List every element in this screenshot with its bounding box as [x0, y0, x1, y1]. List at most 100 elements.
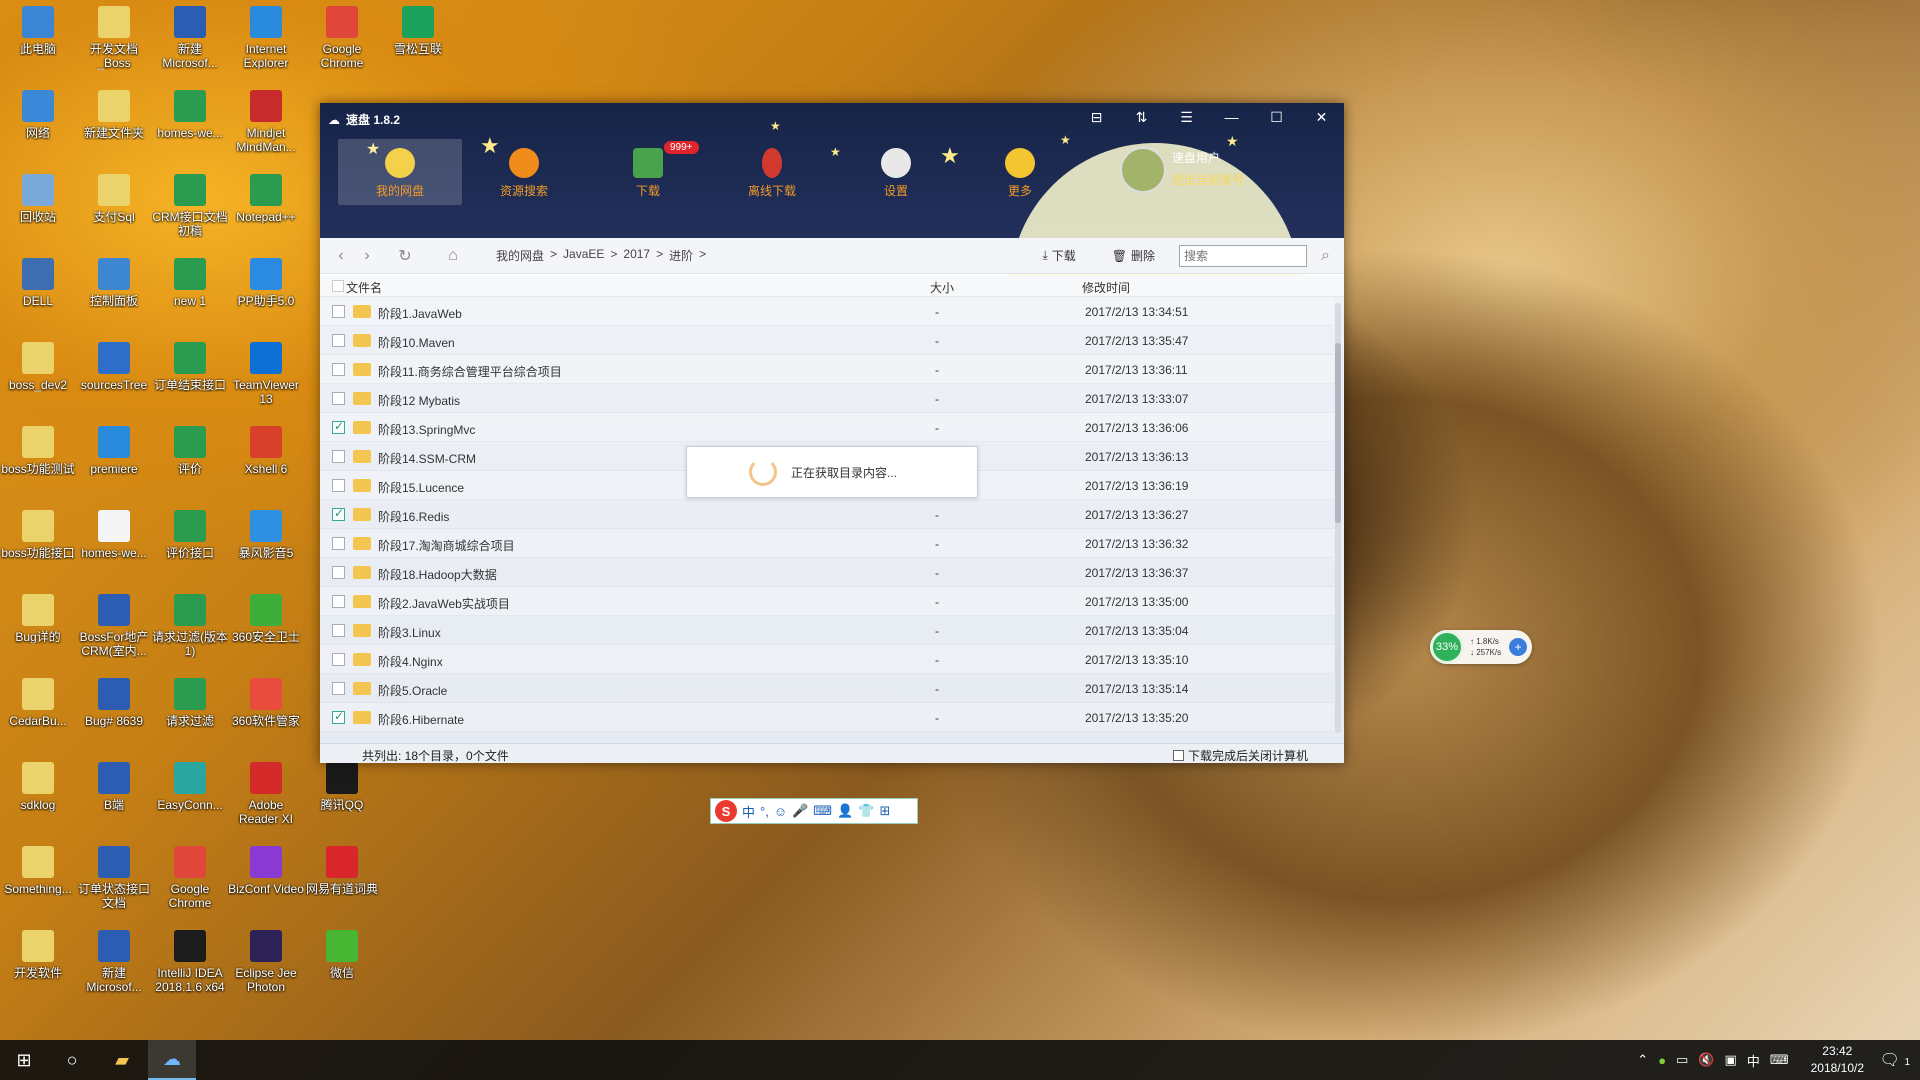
row-checkbox[interactable]	[332, 682, 345, 695]
tray-expand-icon[interactable]: ⌃	[1637, 1052, 1648, 1068]
table-row[interactable]: 阶段13.SpringMvc - 2017/2/13 13:36:06	[320, 413, 1334, 442]
tab-more[interactable]: 更多	[958, 139, 1082, 205]
desktop-icon[interactable]: PP助手5.0	[228, 252, 304, 332]
desktop-icon[interactable]: B端	[76, 756, 152, 836]
row-checkbox[interactable]	[332, 363, 345, 376]
row-checkbox[interactable]	[332, 419, 345, 434]
taskbar-file-explorer[interactable]: ▰	[98, 1040, 146, 1080]
row-checkbox[interactable]	[332, 595, 345, 608]
volume-muted-icon[interactable]: 🔇	[1698, 1052, 1714, 1068]
desktop-icon[interactable]: 新建 Microsof...	[152, 0, 228, 80]
menu-icon[interactable]: ☰	[1164, 103, 1209, 131]
desktop-icon[interactable]: Google Chrome	[152, 840, 228, 920]
scrollbar-thumb[interactable]	[1335, 343, 1341, 523]
desktop-icon[interactable]: CRM接口文档初稿	[152, 168, 228, 248]
desktop-icon[interactable]: 360安全卫士	[228, 588, 304, 668]
tab-my-disk[interactable]: 我的网盘	[338, 139, 462, 205]
table-row[interactable]: 阶段4.Nginx - 2017/2/13 13:35:10	[320, 645, 1334, 674]
logout-link[interactable]: 退出当前账号	[1172, 171, 1244, 188]
desktop-icon[interactable]: EasyConn...	[152, 756, 228, 836]
table-row[interactable]: 阶段1.JavaWeb - 2017/2/13 13:34:51	[320, 297, 1334, 326]
desktop-icon[interactable]: 网易有道词典	[304, 840, 380, 920]
desktop-icon[interactable]: 支付Sql	[76, 168, 152, 248]
sync-icon[interactable]: ⇅	[1119, 103, 1164, 131]
ime-keyboard-icon[interactable]: ⌨	[813, 803, 832, 819]
avatar[interactable]	[1120, 147, 1166, 193]
desktop-icon[interactable]: new 1	[152, 252, 228, 332]
desktop-icon[interactable]: 请求过滤(版本1)	[152, 588, 228, 668]
desktop-icon[interactable]: Adobe Reader XI	[228, 756, 304, 836]
ime-user-icon[interactable]: 👤	[837, 803, 853, 819]
desktop-icon[interactable]: 控制面板	[76, 252, 152, 332]
home-icon[interactable]: ⌂	[440, 247, 466, 265]
table-row[interactable]: 阶段17.淘淘商城综合项目 - 2017/2/13 13:36:32	[320, 529, 1334, 558]
row-checkbox[interactable]	[332, 566, 345, 579]
row-checkbox[interactable]	[332, 537, 345, 550]
notification-center[interactable]: 🗨 1	[1880, 1050, 1910, 1070]
header-time[interactable]: 修改时间	[1082, 279, 1130, 296]
desktop-icon[interactable]: 新建文件夹	[76, 84, 152, 164]
shutdown-option[interactable]: 下载完成后关闭计算机	[1172, 747, 1308, 764]
table-row[interactable]: 阶段2.JavaWeb实战项目 - 2017/2/13 13:35:00	[320, 587, 1334, 616]
cortana-button[interactable]: ○	[48, 1040, 96, 1080]
refresh-icon[interactable]: ↻	[392, 246, 418, 266]
search-input[interactable]	[1179, 244, 1308, 267]
table-row[interactable]: 阶段3.Linux - 2017/2/13 13:35:04	[320, 616, 1334, 645]
desktop-icon[interactable]: sdklog	[0, 756, 76, 836]
minimize-button[interactable]: —	[1209, 103, 1254, 131]
desktop-icon[interactable]: Xshell 6	[228, 420, 304, 500]
desktop-icon[interactable]: 微信	[304, 924, 380, 1004]
desktop-icon[interactable]: DELL	[0, 252, 76, 332]
table-row[interactable]: 阶段10.Maven - 2017/2/13 13:35:47	[320, 326, 1334, 355]
maximize-button[interactable]: ☐	[1254, 103, 1299, 131]
desktop-icon[interactable]: 订单结束接口	[152, 336, 228, 416]
desktop-icon[interactable]: sourcesTree	[76, 336, 152, 416]
ime-emoji-icon[interactable]: ☺	[774, 804, 787, 819]
network-speed-widget[interactable]: 33% ↑ 1.8K/s ↓ 257K/s +	[1430, 630, 1532, 664]
desktop-icon[interactable]: homes-we...	[76, 504, 152, 584]
desktop-icon[interactable]: Notepad++	[228, 168, 304, 248]
desktop-icon[interactable]: 评价	[152, 420, 228, 500]
desktop-icon[interactable]: 360软件管家	[228, 672, 304, 752]
row-checkbox[interactable]	[332, 450, 345, 463]
ime-chinese-mode[interactable]: 中	[742, 802, 755, 821]
desktop-icon[interactable]: BizConf Video	[228, 840, 304, 920]
desktop-icon[interactable]: boss功能接口	[0, 504, 76, 584]
desktop-icon[interactable]: Bug# 8639	[76, 672, 152, 752]
desktop-icon[interactable]: Google Chrome	[304, 0, 380, 80]
row-checkbox[interactable]	[332, 392, 345, 405]
ime-voice-icon[interactable]: 🎤	[792, 803, 808, 819]
table-row[interactable]: 阶段7.Struts2-2017/2/13 13:35:28	[320, 732, 1334, 737]
network-tray-icon[interactable]: ▣	[1725, 1052, 1737, 1068]
row-checkbox[interactable]	[332, 506, 345, 521]
desktop-icon[interactable]: 网络	[0, 84, 76, 164]
delete-button[interactable]: 🗑 删除	[1112, 247, 1155, 264]
select-all-checkbox[interactable]	[332, 280, 344, 292]
row-checkbox[interactable]	[332, 653, 345, 666]
crumb-advanced[interactable]: 进阶	[669, 247, 693, 264]
ime-punctuation-icon[interactable]: °,	[760, 804, 769, 819]
keyboard-tray-icon[interactable]: ⌨	[1770, 1052, 1789, 1068]
tab-download[interactable]: 下载 999+	[586, 139, 710, 205]
desktop-icon[interactable]: premiere	[76, 420, 152, 500]
header-size[interactable]: 大小	[930, 279, 954, 296]
table-row[interactable]: 阶段12 Mybatis - 2017/2/13 13:33:07	[320, 384, 1334, 413]
crumb-my-disk[interactable]: 我的网盘	[496, 247, 544, 264]
ime-indicator[interactable]: 中	[1747, 1051, 1760, 1070]
header-name[interactable]: 文件名	[346, 279, 382, 296]
accelerate-icon[interactable]: +	[1509, 638, 1528, 656]
tab-offline-download[interactable]: 离线下载	[710, 139, 834, 205]
row-checkbox[interactable]	[332, 305, 345, 318]
row-checkbox[interactable]	[332, 624, 345, 637]
desktop-icon[interactable]: 新建 Microsof...	[76, 924, 152, 1004]
crumb-javaee[interactable]: JavaEE	[563, 247, 604, 264]
download-button[interactable]: ⤓ 下载	[1042, 247, 1075, 264]
table-row[interactable]: 阶段6.Hibernate - 2017/2/13 13:35:20	[320, 703, 1334, 732]
battery-icon[interactable]: ▭	[1676, 1052, 1688, 1068]
ime-skin-icon[interactable]: 👕	[858, 803, 874, 819]
row-checkbox[interactable]	[332, 334, 345, 347]
desktop-icon[interactable]: 雪松互联	[380, 0, 456, 80]
ime-toolbox-icon[interactable]: ⊞	[879, 803, 890, 819]
taskbar-supan[interactable]: ☁	[148, 1040, 196, 1080]
table-row[interactable]: 阶段18.Hadoop大数据 - 2017/2/13 13:36:37	[320, 558, 1334, 587]
